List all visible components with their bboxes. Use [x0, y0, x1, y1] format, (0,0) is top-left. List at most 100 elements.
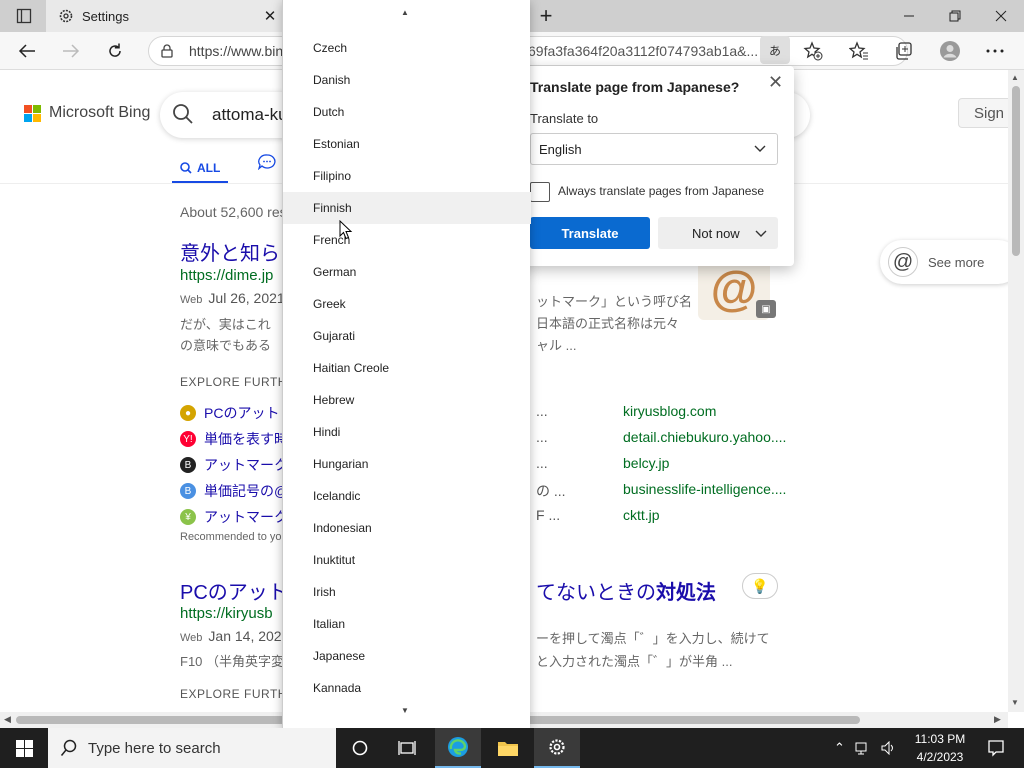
network-icon[interactable]: [855, 741, 871, 755]
result-snippet: F10 （半角英字変: [180, 654, 285, 669]
translate-button[interactable]: Translate: [530, 217, 650, 249]
windows-taskbar: Type here to search ⌃ 11:03 PM 4/2/2023: [0, 728, 1024, 768]
favorites-button[interactable]: [844, 36, 874, 66]
scroll-thumb[interactable]: [1012, 86, 1020, 256]
gear-icon: [59, 9, 73, 23]
screen: Settings ✕ + https://www.bin 69fa3fa364f…: [0, 0, 1024, 768]
language-option[interactable]: Dutch: [283, 96, 531, 128]
language-option[interactable]: Icelandic: [283, 480, 531, 512]
cortana-icon[interactable]: [337, 728, 383, 768]
target-language-select[interactable]: English: [530, 133, 778, 165]
explore-link-domain[interactable]: businesslife-intelligence....: [623, 481, 786, 497]
lock-icon: [161, 44, 173, 58]
scroll-down-icon[interactable]: ▼: [1011, 698, 1019, 707]
bing-logo-text: Microsoft Bing: [49, 104, 151, 121]
result-title[interactable]: 意外と知ら: [180, 237, 280, 266]
back-button[interactable]: [12, 36, 42, 66]
lightbulb-icon[interactable]: 💡: [742, 573, 778, 599]
favorites-icon: [849, 41, 868, 60]
forward-button[interactable]: [56, 36, 86, 66]
language-option[interactable]: Haitian Creole: [283, 352, 531, 384]
taskbar-search[interactable]: Type here to search: [48, 728, 336, 768]
chat-icon[interactable]: [257, 154, 276, 175]
volume-icon[interactable]: [881, 741, 897, 755]
close-window-button[interactable]: [978, 0, 1024, 32]
language-option[interactable]: Greek: [283, 288, 531, 320]
result-url[interactable]: https://dime.jp: [180, 267, 273, 284]
vertical-scrollbar[interactable]: ▲ ▼: [1008, 70, 1024, 712]
language-option[interactable]: Japanese: [283, 640, 531, 672]
more-menu-button[interactable]: [980, 36, 1010, 66]
recommended-note: Recommended to yo: [180, 531, 282, 543]
result-url[interactable]: https://kiryusb: [180, 605, 273, 622]
scroll-up-icon[interactable]: ▲: [401, 8, 409, 17]
collections-button[interactable]: [889, 36, 919, 66]
bing-logo[interactable]: Microsoft Bing: [24, 104, 150, 122]
start-button[interactable]: [0, 728, 48, 768]
windows-logo-icon: [15, 739, 33, 757]
b-icon: B: [180, 457, 196, 473]
language-option[interactable]: Italian: [283, 608, 531, 640]
chevron-up-icon[interactable]: ⌃: [834, 740, 845, 756]
add-favorite-button[interactable]: [798, 36, 828, 66]
scroll-left-icon[interactable]: ◀: [4, 714, 11, 725]
file-explorer-icon[interactable]: [485, 728, 531, 768]
restore-button[interactable]: [932, 0, 978, 32]
explore-link[interactable]: B アットマーク: [180, 455, 288, 475]
language-option[interactable]: Inuktitut: [283, 544, 531, 576]
language-option[interactable]: Estonian: [283, 128, 531, 160]
see-more-button[interactable]: @ See more: [880, 240, 1008, 284]
explore-link-domain[interactable]: kiryusblog.com: [623, 403, 716, 419]
explore-link[interactable]: Y! 単価を表す時: [180, 429, 288, 449]
result-title[interactable]: てないときの対処法: [536, 576, 716, 605]
refresh-button[interactable]: [100, 36, 130, 66]
forward-arrow-icon: [63, 44, 80, 58]
explore-link-ellipsis: ...: [536, 429, 548, 445]
clock[interactable]: 11:03 PM 4/2/2023: [902, 730, 978, 766]
edge-taskbar-icon[interactable]: [435, 728, 481, 768]
scope-tab-all[interactable]: ALL: [172, 154, 228, 184]
explore-link[interactable]: B 単価記号の@: [180, 481, 288, 501]
minimize-button[interactable]: [886, 0, 932, 32]
explore-link[interactable]: ¥ アットマーク: [180, 507, 288, 527]
restore-icon: [949, 10, 961, 22]
language-option[interactable]: German: [283, 256, 531, 288]
language-dropdown-list[interactable]: ▲ Czech Danish Dutch Estonian Filipino Finnis…: [282, 0, 531, 728]
language-option[interactable]: Hungarian: [283, 448, 531, 480]
microsoft-logo-icon: [24, 104, 41, 122]
scroll-right-icon[interactable]: ▶: [994, 714, 1001, 725]
close-icon[interactable]: ✕: [768, 72, 783, 93]
language-option[interactable]: Danish: [283, 64, 531, 96]
profile-button[interactable]: [935, 36, 965, 66]
result-snippet: ットマーク」という呼び名: [536, 294, 693, 309]
language-option[interactable]: French: [283, 224, 531, 256]
scroll-down-icon[interactable]: ▼: [401, 706, 409, 715]
sign-in-button[interactable]: Sign i: [958, 98, 1008, 128]
task-view-icon[interactable]: [384, 728, 430, 768]
explore-link-domain[interactable]: cktt.jp: [623, 507, 660, 523]
language-option[interactable]: Filipino: [283, 160, 531, 192]
tab-close-icon[interactable]: ✕: [256, 7, 284, 25]
language-option[interactable]: Kannada: [283, 672, 531, 704]
notification-icon[interactable]: [976, 728, 1016, 768]
settings-taskbar-icon[interactable]: [534, 728, 580, 768]
not-now-button[interactable]: Not now: [658, 217, 778, 249]
explore-link-domain[interactable]: belcy.jp: [623, 455, 669, 471]
language-option[interactable]: Irish: [283, 576, 531, 608]
always-translate-checkbox[interactable]: [530, 182, 550, 202]
new-tab-button[interactable]: +: [532, 0, 560, 32]
tab-settings[interactable]: Settings ✕: [46, 0, 284, 32]
language-option[interactable]: Czech: [283, 32, 531, 64]
language-option[interactable]: Hindi: [283, 416, 531, 448]
explore-link-domain[interactable]: detail.chiebukuro.yahoo....: [623, 429, 786, 445]
scroll-up-icon[interactable]: ▲: [1011, 73, 1019, 82]
language-option[interactable]: Indonesian: [283, 512, 531, 544]
language-option[interactable]: Hebrew: [283, 384, 531, 416]
language-option[interactable]: Gujarati: [283, 320, 531, 352]
explore-link[interactable]: ● PCのアット: [180, 403, 279, 423]
explore-link-ellipsis: F ...: [536, 507, 561, 523]
tab-actions-button[interactable]: [8, 0, 40, 32]
language-option[interactable]: Finnish: [283, 192, 531, 224]
result-title[interactable]: PCのアット: [180, 576, 288, 605]
translate-icon[interactable]: あ: [760, 36, 790, 64]
